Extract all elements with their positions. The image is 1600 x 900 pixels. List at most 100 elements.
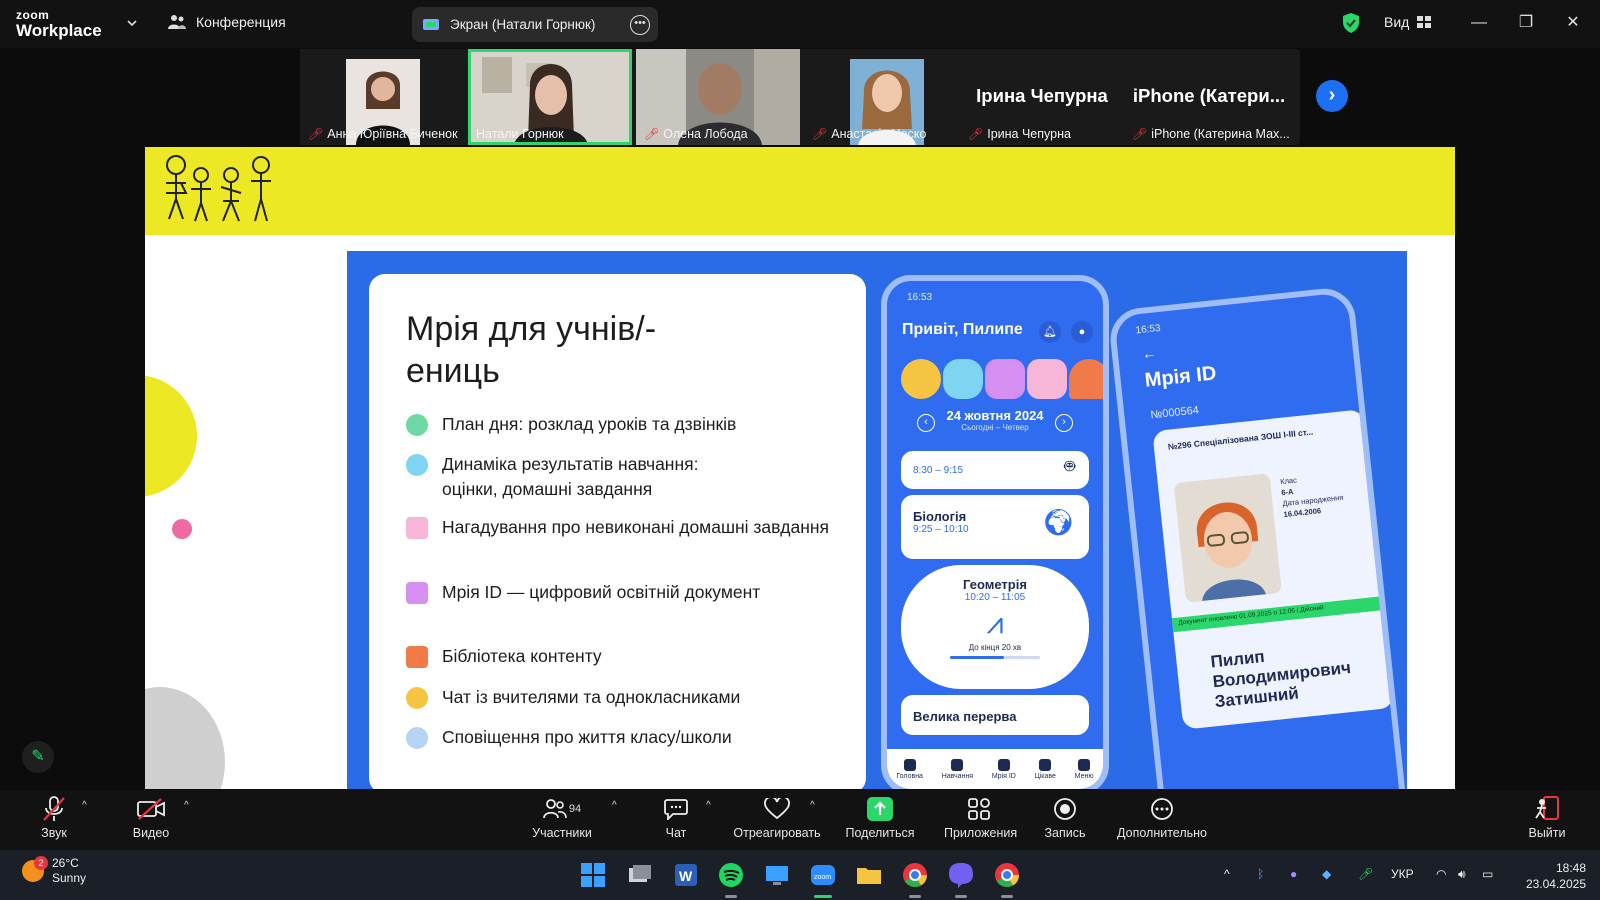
view-label: Вид <box>1384 14 1410 30</box>
conference-label: Конференция <box>196 14 286 30</box>
chrome-app-icon-2[interactable] <box>992 860 1022 898</box>
chat-button[interactable]: Чат <box>656 796 696 840</box>
participant-tile[interactable]: iPhone (Катери... 🎤︎ iPhone (Катерина Мах… <box>1124 49 1294 145</box>
zoom-app-icon[interactable]: zoom <box>808 860 838 898</box>
bluetooth-icon[interactable]: ᛒ <box>1257 867 1264 881</box>
feature-item: Сповіщення про життя класу/школи <box>406 725 732 750</box>
share-button[interactable]: Поделиться <box>842 796 918 840</box>
more-options-icon[interactable]: ••• <box>630 15 650 35</box>
more-button[interactable]: Дополнительно <box>1112 796 1212 840</box>
annotate-pen-icon[interactable]: ✎ <box>22 741 54 773</box>
screen-share-pill[interactable]: Экран (Натали Горнюк) ••• <box>412 7 658 42</box>
windows-start-icon[interactable] <box>578 860 608 890</box>
id-number: №000564 <box>1149 404 1200 422</box>
feature-bullet <box>406 454 428 476</box>
windows-taskbar: 2 26°C Sunny W zoom ^ ᛒ ● ◆ 🎤︎ УКР ◠ 🔊︎ … <box>0 850 1600 900</box>
battery-icon[interactable]: ▭ <box>1482 867 1493 881</box>
viber-app-icon[interactable] <box>946 860 976 898</box>
mic-muted-icon <box>43 796 65 821</box>
lesson-card: Велика перерва <box>901 695 1089 735</box>
volume-icon[interactable]: 🔊︎ <box>1458 867 1466 882</box>
weather-condition: Sunny <box>52 871 87 885</box>
id-title: Мрія ID <box>1143 362 1218 392</box>
feature-item: Чат із вчителями та однокласниками <box>406 685 740 710</box>
word-app-icon[interactable]: W <box>670 860 700 890</box>
react-caret-icon[interactable]: ^ <box>810 800 815 811</box>
security-tray-icon[interactable]: ◆ <box>1322 867 1331 881</box>
participants-button[interactable]: 94 Участники <box>526 796 598 840</box>
phone-tab: Цікаве <box>1035 758 1056 780</box>
viber-tray-icon[interactable]: ● <box>1290 867 1297 881</box>
participant-tile[interactable]: 🎤︎ Олена Лобода <box>636 49 800 145</box>
category-blobs <box>901 359 1103 399</box>
mic-tray-icon[interactable]: 🎤︎ <box>1358 867 1373 881</box>
minimize-icon[interactable]: — <box>1468 12 1490 34</box>
chrome-app-icon[interactable] <box>900 860 930 898</box>
participant-tile-active-speaker[interactable]: Натали Горнюк <box>468 49 632 145</box>
participant-tile[interactable]: 🎤︎ Анна Юріївна Биченок <box>300 49 464 145</box>
participants-label: Участники <box>532 826 592 840</box>
feature-bullet <box>406 646 428 668</box>
feature-item: Динаміка результатів навчання: оцінки, д… <box>406 452 736 502</box>
zoom-workplace-logo: zoom Workplace <box>16 9 102 39</box>
close-icon[interactable]: ✕ <box>1562 12 1584 34</box>
people-icon <box>168 15 186 29</box>
apps-button[interactable]: Приложения <box>944 796 1017 840</box>
phone-tab: Навчання <box>942 758 973 780</box>
language-indicator[interactable]: УКР <box>1391 867 1414 881</box>
view-menu[interactable]: Вид <box>1384 14 1432 30</box>
remote-desktop-icon[interactable] <box>762 860 792 890</box>
feature-bullet <box>406 687 428 709</box>
phone-mockup-schedule: 16:53 Привіт, Пилипе 🔔︎ ● ‹ 24 жовтня 202… <box>881 275 1109 789</box>
security-shield-icon[interactable] <box>1342 12 1360 34</box>
meeting-controls: Звук ^ Видео ^ 94 Участники ^ Чат ^ Отре… <box>0 790 1600 850</box>
chat-caret-icon[interactable]: ^ <box>706 800 711 811</box>
phone-tab-bar: Головна Навчання Мрія ID Цікаве Меню <box>887 749 1103 789</box>
file-explorer-icon[interactable] <box>854 860 884 890</box>
muted-mic-icon: 🎤︎ <box>644 127 660 141</box>
leave-button[interactable]: Выйти <box>1522 796 1572 840</box>
react-button[interactable]: Отреагировать <box>732 796 822 840</box>
video-button[interactable]: Видео <box>126 796 176 840</box>
conference-menu[interactable]: Конференция <box>168 14 286 30</box>
logo-bottom: Workplace <box>16 21 102 40</box>
participant-tile[interactable]: Ірина Чепурна 🎤︎ Ірина Чепурна <box>960 49 1124 145</box>
id-status-strip: Документ оновлено 01.09.2025 о 12:06 | Д… <box>1171 596 1385 633</box>
participant-strip: 🎤︎ Анна Юріївна Биченок Натали Горнюк 🎤︎ О… <box>300 49 1300 145</box>
slide-title: Мрія для учнів/-ениць <box>406 310 657 390</box>
camera-off-icon <box>137 798 165 820</box>
svg-text:zoom: zoom <box>814 874 831 881</box>
participant-name: Ірина Чепурна <box>987 127 1071 141</box>
more-dots-icon <box>1151 798 1173 820</box>
title-bar: zoom Workplace Конференция Экран (Натали… <box>0 0 1600 48</box>
weather-widget[interactable]: 2 26°C Sunny <box>22 856 86 886</box>
feature-item: Мрія ID — цифровий освітній документ <box>406 580 760 605</box>
logo-top: zoom <box>16 8 50 22</box>
id-person-name: Пилип Володимирович Затишний <box>1209 646 1352 712</box>
video-options-caret-icon[interactable]: ^ <box>184 800 189 811</box>
participant-name: Анна Юріївна Биченок <box>327 127 458 141</box>
lesson-title: Велика перерва <box>913 709 1017 724</box>
system-clock[interactable]: 18:48 23.04.2025 <box>1518 860 1586 892</box>
sun-icon: 2 <box>22 856 48 882</box>
tray-overflow-icon[interactable]: ^ <box>1224 867 1230 881</box>
audio-button[interactable]: Звук <box>34 796 74 840</box>
feature-text: Сповіщення про життя класу/школи <box>442 727 732 747</box>
spotify-app-icon[interactable] <box>716 860 746 898</box>
react-label: Отреагировать <box>733 826 821 840</box>
svg-text:W: W <box>679 868 693 884</box>
wifi-icon[interactable]: ◠ <box>1436 867 1446 881</box>
feature-text: План дня: розклад уроків та дзвінків <box>442 414 737 434</box>
restore-icon[interactable]: ❐ <box>1515 12 1537 34</box>
next-page-button[interactable]: › <box>1316 80 1348 112</box>
task-view-icon[interactable] <box>624 860 654 890</box>
audio-options-caret-icon[interactable]: ^ <box>82 800 87 811</box>
weather-badge: 2 <box>34 856 48 870</box>
chevron-down-icon[interactable] <box>126 17 138 29</box>
participant-tile[interactable]: 🎤︎ Анастасія Носко <box>804 49 968 145</box>
robot-icon: 🤖︎ <box>1064 456 1075 476</box>
record-button[interactable]: Запись <box>1040 796 1090 840</box>
participants-caret-icon[interactable]: ^ <box>612 800 617 811</box>
participants-icon <box>542 799 567 819</box>
feature-text: Бібліотека контенту <box>442 646 602 666</box>
